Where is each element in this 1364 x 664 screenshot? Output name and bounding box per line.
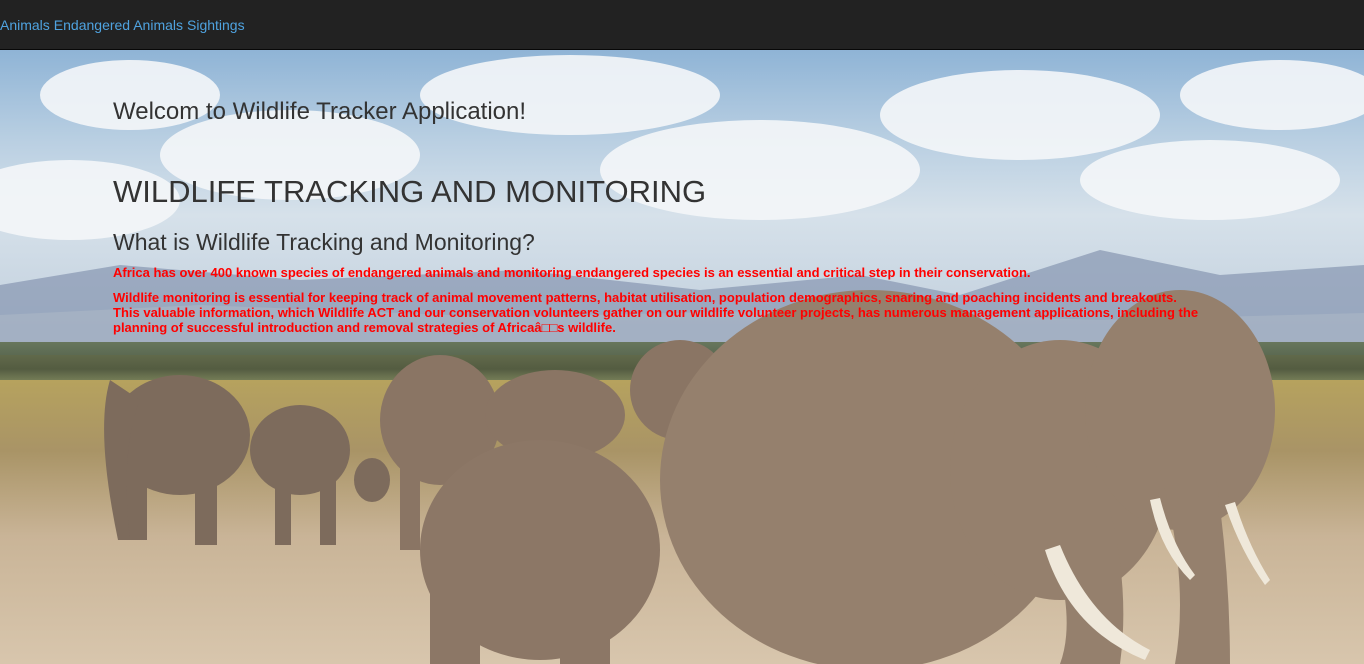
hero-background-image (0, 50, 1364, 664)
nav-link-endangered-animals[interactable]: Endangered Animals (54, 17, 183, 33)
top-navbar: Animals Endangered Animals Sightings (0, 0, 1364, 50)
elephant-herd (104, 290, 1275, 664)
detail-paragraph: Wildlife monitoring is essential for kee… (113, 290, 1199, 335)
section-subtitle: What is Wildlife Tracking and Monitoring… (113, 229, 535, 255)
nav-link-animals[interactable]: Animals (0, 17, 50, 33)
nav-link-sightings[interactable]: Sightings (187, 17, 245, 33)
welcome-heading: Welcom to Wildlife Tracker Application! (113, 98, 527, 125)
intro-paragraph: Africa has over 400 known species of end… (113, 265, 1031, 280)
page-title: WILDLIFE TRACKING AND MONITORING (113, 174, 707, 209)
